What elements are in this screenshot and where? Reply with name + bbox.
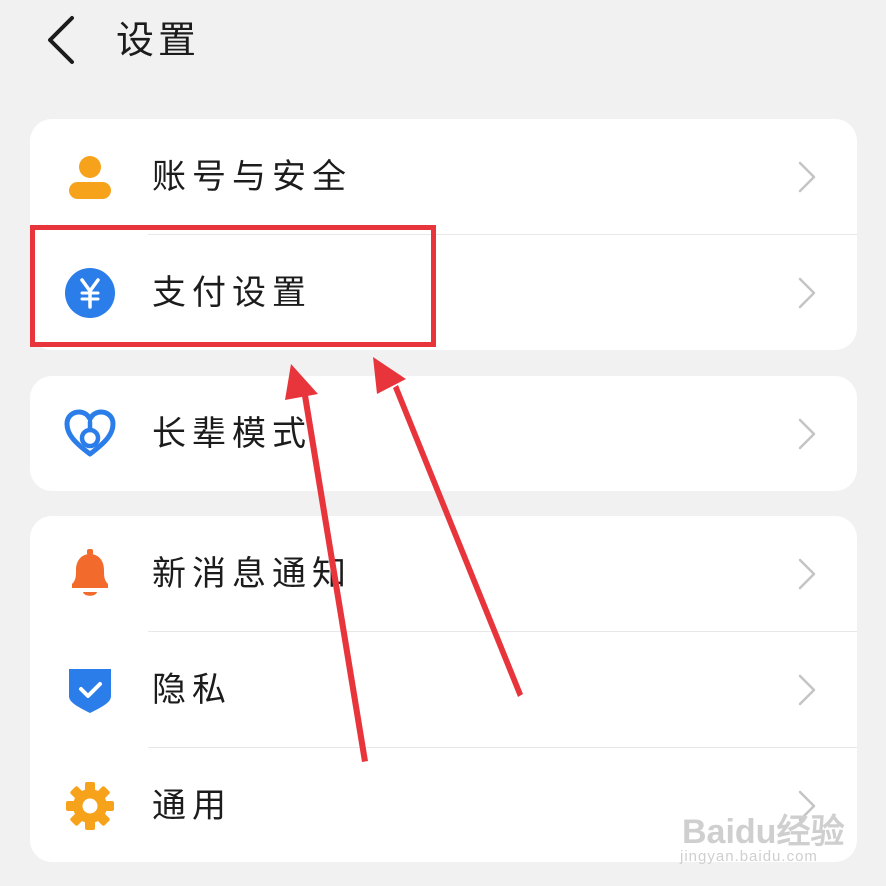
heart-icon (64, 409, 116, 457)
settings-group-general: 新消息通知 隐私 通用 (30, 516, 857, 862)
settings-item-notifications[interactable]: 新消息通知 (30, 516, 857, 631)
chevron-right-icon (798, 418, 816, 450)
settings-item-label: 通用 (152, 786, 232, 826)
settings-item-label: 账号与安全 (152, 157, 352, 197)
settings-group-account: 账号与安全 支付设置 (30, 119, 857, 350)
yuan-icon (65, 268, 115, 318)
gear-icon (66, 782, 114, 830)
settings-item-general[interactable]: 通用 (30, 748, 857, 862)
chevron-right-icon (798, 161, 816, 193)
settings-group-elder: 长辈模式 (30, 376, 857, 491)
header: 设置 (0, 0, 886, 86)
bell-icon (72, 549, 108, 596)
settings-item-label: 新消息通知 (152, 554, 352, 594)
settings-item-label: 隐私 (152, 670, 232, 710)
settings-item-account-security[interactable]: 账号与安全 (30, 119, 857, 234)
settings-item-privacy[interactable]: 隐私 (30, 632, 857, 747)
settings-item-elder-mode[interactable]: 长辈模式 (30, 376, 857, 491)
chevron-right-icon (798, 674, 816, 706)
chevron-right-icon (798, 558, 816, 590)
settings-item-label: 长辈模式 (152, 414, 312, 454)
chevron-left-icon (48, 16, 74, 64)
person-icon (69, 156, 111, 199)
shield-check-icon (69, 669, 111, 713)
settings-item-label: 支付设置 (152, 273, 312, 313)
chevron-right-icon (798, 790, 816, 822)
chevron-right-icon (798, 277, 816, 309)
back-button[interactable] (34, 8, 94, 68)
page-title: 设置 (116, 18, 201, 62)
settings-item-payment[interactable]: 支付设置 (30, 235, 857, 350)
